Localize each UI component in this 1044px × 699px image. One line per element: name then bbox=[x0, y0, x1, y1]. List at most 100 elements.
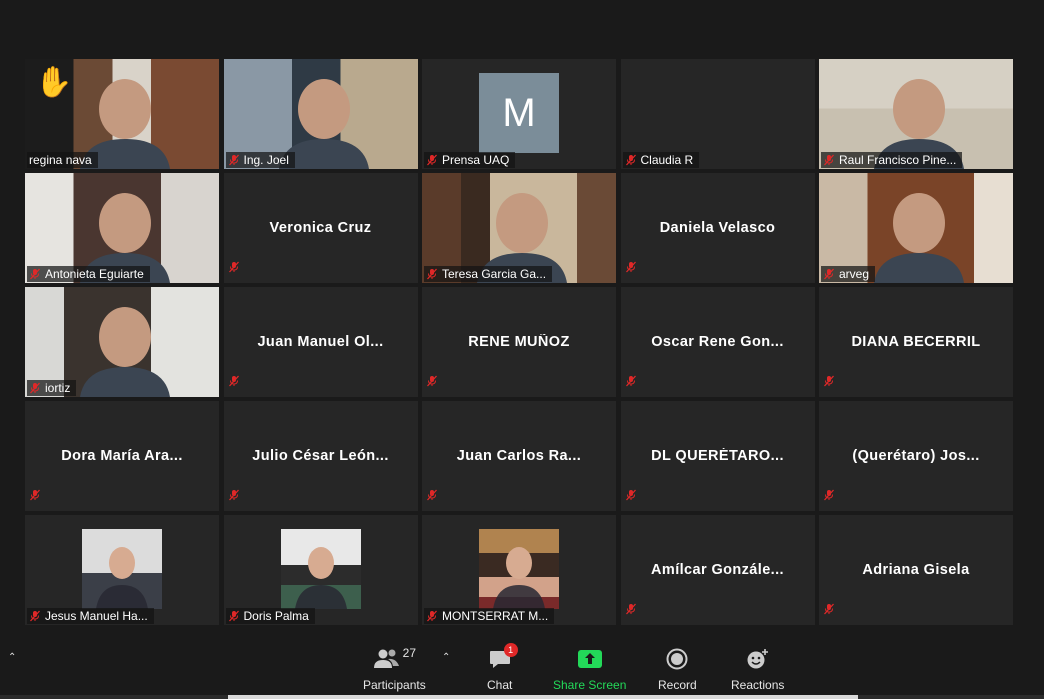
participant-name-label: MONTSERRAT M... bbox=[442, 609, 549, 623]
record-button[interactable]: Record bbox=[658, 646, 697, 692]
participant-name-tag: Raul Francisco Pine... bbox=[821, 152, 963, 168]
participant-tile[interactable]: Antonieta Eguiarte bbox=[25, 173, 219, 283]
participant-name-label: Claudia R bbox=[640, 153, 694, 167]
participant-tile[interactable]: DL QUERÉTARO... bbox=[620, 401, 815, 511]
muted-mic-icon bbox=[30, 610, 40, 622]
record-label: Record bbox=[658, 678, 697, 692]
muted-mic-icon bbox=[427, 610, 437, 622]
muted-mic-icon bbox=[427, 154, 437, 166]
participant-tile[interactable]: DIANA BECERRIL bbox=[819, 287, 1013, 397]
muted-mic-icon bbox=[228, 154, 239, 166]
participant-name-label: Raul Francisco Pine... bbox=[839, 153, 957, 167]
mute-indicator bbox=[228, 488, 240, 506]
participant-name-label: Teresa Garcia Ga... bbox=[442, 267, 547, 281]
muted-mic-icon bbox=[625, 603, 636, 615]
participant-tile[interactable]: iortiz bbox=[25, 287, 219, 397]
participant-name-tag: Claudia R bbox=[622, 152, 700, 168]
participant-tile[interactable]: Claudia R bbox=[620, 59, 815, 169]
mute-indicator bbox=[426, 488, 438, 506]
participant-display-name: DL QUERÉTARO... bbox=[651, 448, 784, 464]
participant-tile[interactable]: RENE MUÑOZ bbox=[422, 287, 616, 397]
participant-tile[interactable]: Jesus Manuel Ha... bbox=[25, 515, 219, 625]
meeting-toolbar: ⌃ 27 Participants ⌃ 1 Chat Share Screen … bbox=[0, 638, 1044, 699]
participant-tile[interactable]: MONTSERRAT M... bbox=[422, 515, 616, 625]
participant-tile[interactable]: Teresa Garcia Ga... bbox=[422, 173, 616, 283]
participant-display-name: RENE MUÑOZ bbox=[468, 334, 570, 350]
muted-mic-icon bbox=[824, 375, 834, 387]
muted-mic-icon bbox=[625, 261, 636, 273]
participant-name-label: Antonieta Eguiarte bbox=[45, 267, 144, 281]
participant-tile[interactable]: Raul Francisco Pine... bbox=[819, 59, 1013, 169]
mute-indicator bbox=[29, 488, 41, 506]
participant-display-name: DIANA BECERRIL bbox=[851, 334, 981, 350]
mute-indicator bbox=[823, 374, 835, 392]
reactions-icon bbox=[747, 649, 768, 669]
mute-indicator bbox=[426, 374, 438, 392]
participant-tile[interactable]: ✋ regina nava bbox=[25, 59, 219, 169]
video-grid: ✋ regina nava Ing. Joel M Prensa UAQ Claudia … bbox=[25, 59, 1013, 625]
participant-tile[interactable]: Juan Manuel Ol... bbox=[223, 287, 418, 397]
participant-name-label: iortiz bbox=[45, 381, 71, 395]
participant-display-name: Oscar Rene Gon... bbox=[651, 334, 784, 350]
mute-indicator bbox=[823, 602, 835, 620]
participant-display-name: Daniela Velasco bbox=[659, 220, 776, 236]
muted-mic-icon bbox=[228, 261, 239, 273]
participant-tile[interactable]: Veronica Cruz bbox=[223, 173, 418, 283]
participant-tile[interactable]: Oscar Rene Gon... bbox=[620, 287, 815, 397]
muted-mic-icon bbox=[625, 154, 636, 166]
chevron-up-icon[interactable]: ⌃ bbox=[8, 652, 16, 663]
muted-mic-icon bbox=[228, 375, 239, 387]
participant-name-label: Prensa UAQ bbox=[442, 153, 510, 167]
participants-label: Participants bbox=[363, 678, 426, 692]
mute-indicator bbox=[228, 374, 240, 392]
participants-options-chevron-icon[interactable]: ⌃ bbox=[442, 652, 450, 663]
participants-icon bbox=[373, 649, 399, 668]
muted-mic-icon bbox=[228, 610, 239, 622]
participant-tile[interactable]: Ing. Joel bbox=[223, 59, 418, 169]
participant-display-name: Veronica Cruz bbox=[269, 220, 372, 236]
participant-tile[interactable]: Amílcar Gonzále... bbox=[620, 515, 815, 625]
mute-indicator bbox=[625, 602, 637, 620]
person-photo-icon bbox=[493, 547, 545, 609]
reactions-label: Reactions bbox=[731, 678, 785, 692]
scrollbar-thumb[interactable] bbox=[228, 695, 858, 699]
chat-button[interactable]: 1 Chat bbox=[487, 643, 518, 692]
participant-tile[interactable]: Julio César León... bbox=[223, 401, 418, 511]
participant-tile[interactable]: arveg bbox=[819, 173, 1013, 283]
mute-indicator bbox=[625, 260, 637, 278]
participant-display-name: Amílcar Gonzále... bbox=[651, 562, 784, 578]
reactions-button[interactable]: Reactions bbox=[731, 646, 784, 692]
participant-tile[interactable]: Juan Carlos Ra... bbox=[422, 401, 616, 511]
participant-display-name: Juan Carlos Ra... bbox=[456, 448, 582, 464]
participant-name-tag: regina nava bbox=[27, 152, 98, 168]
participant-tile[interactable]: Dora María Ara... bbox=[25, 401, 219, 511]
muted-mic-icon bbox=[824, 268, 834, 280]
participant-tile[interactable]: M Prensa UAQ bbox=[422, 59, 616, 169]
participants-count: 27 bbox=[402, 646, 417, 660]
participant-name-tag: Prensa UAQ bbox=[424, 152, 516, 168]
participant-name-tag: arveg bbox=[821, 266, 876, 282]
mute-indicator bbox=[625, 488, 637, 506]
chat-badge: 1 bbox=[503, 643, 518, 657]
participant-name-label: Doris Palma bbox=[243, 609, 309, 623]
profile-photo-avatar bbox=[82, 529, 162, 609]
share-screen-icon bbox=[577, 650, 602, 668]
participant-tile[interactable]: (Querétaro) Jos... bbox=[819, 401, 1013, 511]
profile-photo-avatar bbox=[280, 529, 361, 609]
muted-mic-icon bbox=[427, 489, 437, 501]
participant-name-label: Ing. Joel bbox=[243, 153, 289, 167]
mute-indicator bbox=[625, 374, 637, 392]
share-screen-button[interactable]: Share Screen bbox=[553, 646, 626, 692]
participant-name-label: arveg bbox=[839, 267, 870, 281]
share-screen-label: Share Screen bbox=[553, 678, 627, 692]
participant-tile[interactable]: Daniela Velasco bbox=[620, 173, 815, 283]
participant-tile[interactable]: Doris Palma bbox=[223, 515, 418, 625]
participants-button[interactable]: 27 Participants bbox=[363, 646, 426, 692]
chat-label: Chat bbox=[487, 678, 513, 692]
participant-tile[interactable]: Adriana Gisela bbox=[819, 515, 1013, 625]
participant-name-tag: Doris Palma bbox=[225, 608, 315, 624]
letter-avatar: M bbox=[479, 73, 559, 153]
participant-name-label: Jesus Manuel Ha... bbox=[45, 609, 148, 623]
person-photo-icon bbox=[96, 547, 148, 609]
participant-name-tag: MONTSERRAT M... bbox=[424, 608, 555, 624]
